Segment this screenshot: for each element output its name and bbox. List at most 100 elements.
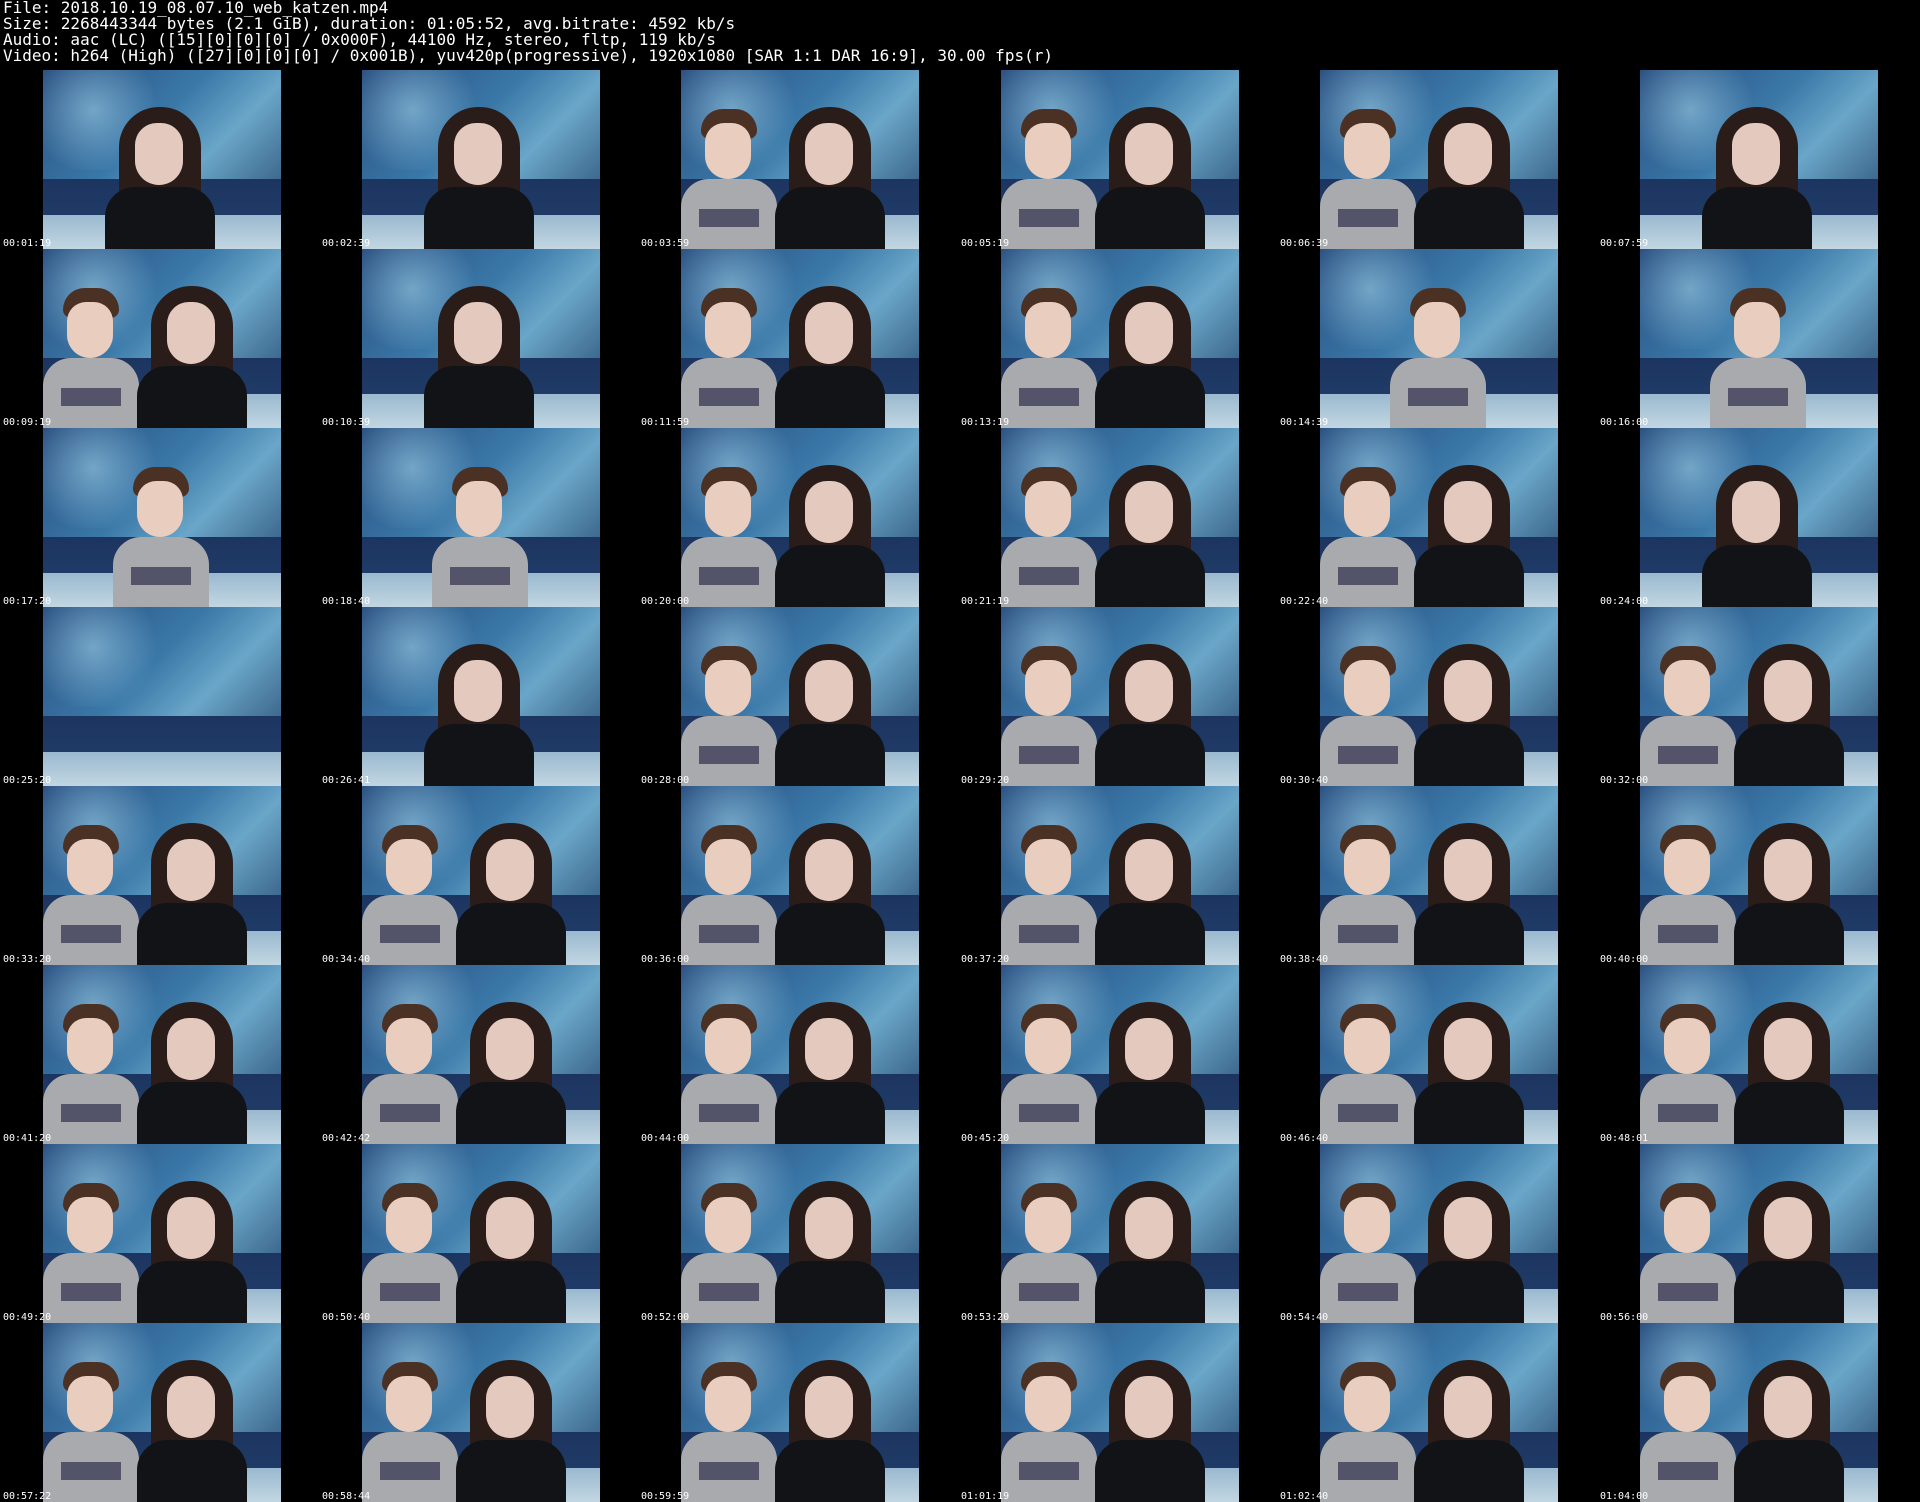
timestamp-label: 00:38:40 xyxy=(1280,954,1329,965)
person-boy xyxy=(681,1173,777,1323)
thumbnail-frame xyxy=(681,249,919,428)
timestamp-label: 00:14:39 xyxy=(1280,417,1329,428)
person-girl xyxy=(1734,815,1844,965)
girl-body xyxy=(1734,724,1844,786)
person-girl xyxy=(1734,636,1844,786)
person-girl xyxy=(1414,994,1524,1144)
person-boy xyxy=(1320,994,1416,1144)
boy-face xyxy=(1414,302,1460,358)
timestamp-label: 00:50:40 xyxy=(322,1312,371,1323)
thumbnail-cell: 00:09:19 xyxy=(0,249,319,428)
boy-logo xyxy=(1019,567,1079,585)
thumbnail-frame xyxy=(1001,607,1239,786)
boy-logo xyxy=(1338,567,1398,585)
person-boy xyxy=(1001,457,1097,607)
thumbnail-frame xyxy=(1001,786,1239,965)
thumbnail-frame xyxy=(681,786,919,965)
timestamp-label: 00:18:40 xyxy=(322,596,371,607)
girl-body xyxy=(1734,1261,1844,1323)
timestamp-label: 00:28:00 xyxy=(641,775,690,786)
thumbnail-frame xyxy=(1640,965,1878,1144)
timestamp-label: 00:29:20 xyxy=(961,775,1010,786)
timestamp-label: 00:54:40 xyxy=(1280,1312,1329,1323)
girl-face xyxy=(1125,839,1173,901)
timestamp-label: 00:46:40 xyxy=(1280,1133,1329,1144)
person-boy xyxy=(113,457,209,607)
thumbnail-frame xyxy=(1640,1144,1878,1323)
girl-face xyxy=(167,302,215,364)
boy-logo xyxy=(1728,388,1788,406)
timestamp-label: 00:52:00 xyxy=(641,1312,690,1323)
girl-face xyxy=(805,481,853,543)
person-boy xyxy=(362,994,458,1144)
boy-face xyxy=(705,1197,751,1253)
girl-body xyxy=(1734,1440,1844,1502)
boy-logo xyxy=(1019,1283,1079,1301)
thumbnail-frame xyxy=(362,1144,600,1323)
person-boy xyxy=(1320,815,1416,965)
timestamp-label: 00:13:19 xyxy=(961,417,1010,428)
thumbnail-cell: 00:50:40 xyxy=(319,1144,638,1323)
boy-logo xyxy=(1338,746,1398,764)
girl-body xyxy=(1414,187,1524,249)
thumbnail-frame xyxy=(362,70,600,249)
person-girl xyxy=(775,457,885,607)
boy-face xyxy=(705,1018,751,1074)
boy-logo xyxy=(1658,1104,1718,1122)
girl-body xyxy=(775,724,885,786)
girl-body xyxy=(137,366,247,428)
thumbnail-cell: 00:21:19 xyxy=(958,428,1277,607)
thumbnail-frame xyxy=(362,1323,600,1502)
boy-logo xyxy=(61,388,121,406)
thumbnail-cell: 00:10:39 xyxy=(319,249,638,428)
person-boy xyxy=(681,815,777,965)
girl-face xyxy=(1125,123,1173,185)
timestamp-label: 00:07:59 xyxy=(1600,238,1649,249)
person-girl xyxy=(1414,815,1524,965)
girl-body xyxy=(137,1261,247,1323)
thumbnail-cell: 00:57:22 xyxy=(0,1323,319,1502)
thumbnail-frame xyxy=(1640,70,1878,249)
person-boy xyxy=(1001,815,1097,965)
person-boy xyxy=(1710,278,1806,428)
person-boy xyxy=(681,457,777,607)
timestamp-label: 00:36:00 xyxy=(641,954,690,965)
boy-face xyxy=(1025,839,1071,895)
thumbnail-cell: 00:34:40 xyxy=(319,786,638,965)
girl-body xyxy=(137,903,247,965)
boy-face xyxy=(386,1376,432,1432)
girl-face xyxy=(1444,1018,1492,1080)
girl-body xyxy=(775,366,885,428)
thumbnail-cell: 00:49:20 xyxy=(0,1144,319,1323)
timestamp-label: 00:34:40 xyxy=(322,954,371,965)
thumbnail-cell: 00:14:39 xyxy=(1277,249,1596,428)
girl-face xyxy=(1125,1376,1173,1438)
thumbnail-frame xyxy=(1320,965,1558,1144)
person-girl xyxy=(137,815,247,965)
timestamp-label: 00:06:39 xyxy=(1280,238,1329,249)
girl-face xyxy=(1764,1197,1812,1259)
boy-face xyxy=(1025,302,1071,358)
boy-face xyxy=(1344,481,1390,537)
girl-face xyxy=(805,839,853,901)
thumbnail-grid: 00:01:19 00:02:39 00:03:59 00:05:19 00:06:39… xyxy=(0,0,1920,1502)
girl-body xyxy=(775,187,885,249)
boy-logo xyxy=(1019,388,1079,406)
timestamp-label: 00:20:00 xyxy=(641,596,690,607)
person-girl xyxy=(1414,99,1524,249)
thumbnail-cell: 00:01:19 xyxy=(0,70,319,249)
person-girl xyxy=(1095,99,1205,249)
girl-body xyxy=(775,1261,885,1323)
person-boy xyxy=(43,278,139,428)
person-boy xyxy=(1001,278,1097,428)
girl-face xyxy=(1125,660,1173,722)
boy-face xyxy=(1664,1197,1710,1253)
boy-face xyxy=(705,302,751,358)
thumbnail-frame xyxy=(1640,607,1878,786)
timestamp-label: 00:10:39 xyxy=(322,417,371,428)
thumbnail-frame xyxy=(1640,1323,1878,1502)
thumbnail-cell: 00:29:20 xyxy=(958,607,1277,786)
person-girl xyxy=(1702,457,1812,607)
thumbnail-cell: 00:48:01 xyxy=(1597,965,1916,1144)
girl-face xyxy=(1764,660,1812,722)
